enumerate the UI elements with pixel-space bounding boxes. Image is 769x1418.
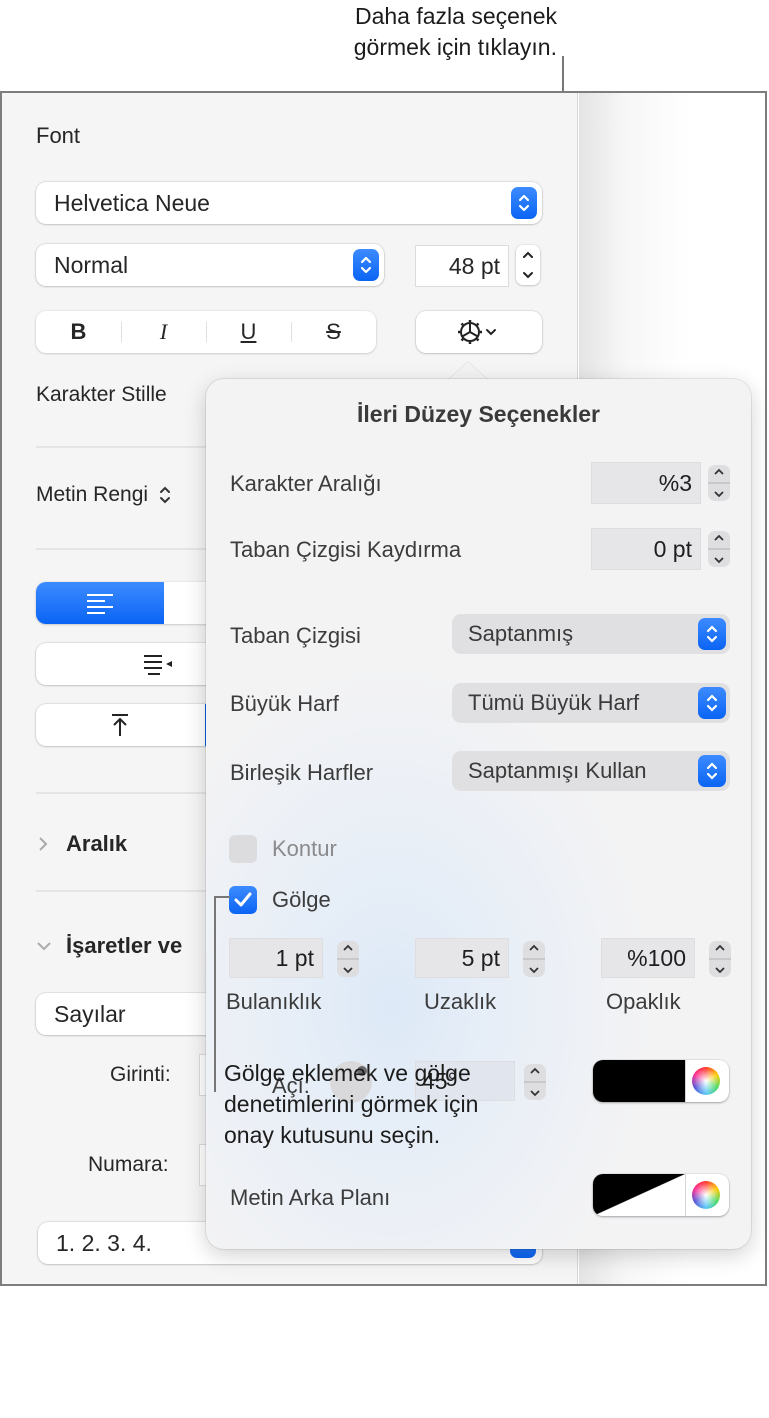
baseline-shift-field[interactable]: 0 pt [592, 529, 700, 569]
callout-line: Gölge eklemek ve gölge [224, 1060, 471, 1086]
leader-line-bottom [214, 896, 216, 1092]
font-style-popup[interactable]: Normal [36, 244, 384, 286]
updown-chevron-icon [511, 187, 537, 219]
character-spacing-field[interactable]: %3 [592, 463, 700, 503]
character-styles-label: Karakter Stille [36, 383, 167, 406]
separator [685, 1060, 686, 1102]
no-fill-swatch[interactable] [593, 1174, 685, 1216]
chevron-down-icon [343, 967, 353, 974]
text-background-color-well[interactable] [593, 1174, 729, 1216]
font-section-title: Font [36, 123, 81, 148]
chevron-down-icon [715, 967, 725, 974]
callout-line: Daha fazla seçenek [354, 3, 557, 29]
shadow-color-well[interactable] [593, 1060, 729, 1102]
capitalization-label: Büyük Harf [230, 691, 339, 716]
shadow-offset-field[interactable]: 5 pt [416, 939, 508, 977]
spacing-label: Aralık [66, 831, 128, 856]
baseline-shift-label: Taban Çizgisi Kaydırma [230, 537, 462, 562]
popover-title: İleri Düzey Seçenekler [357, 401, 600, 427]
color-wheel-icon[interactable] [692, 1067, 720, 1095]
chevron-down-icon [37, 942, 51, 951]
chevron-down-icon [529, 967, 539, 974]
bullets-label: İşaretler ve [66, 933, 183, 958]
color-wheel-icon[interactable] [692, 1181, 720, 1209]
shadow-color-swatch[interactable] [593, 1060, 685, 1102]
shadow-opacity-label: Opaklık [606, 989, 681, 1014]
chevron-down-icon [486, 329, 496, 336]
chevron-up-icon [714, 534, 724, 541]
italic-button[interactable]: I [121, 319, 206, 345]
shadow-offset-stepper[interactable] [523, 941, 545, 977]
baseline-value: Saptanmış [468, 621, 574, 646]
indent-left-icon [144, 655, 172, 675]
strikethrough-button[interactable]: S [291, 319, 376, 345]
text-color-label: Metin Rengi [36, 483, 149, 506]
chevron-down-icon [714, 557, 724, 564]
leader-line-bottom-h [214, 896, 230, 898]
font-size-stepper[interactable] [516, 245, 540, 285]
updown-chevron-icon [698, 618, 726, 650]
character-spacing-stepper[interactable] [708, 465, 730, 501]
outline-label: Kontur [272, 836, 337, 861]
text-style-buttons: B I U S [36, 311, 376, 353]
shadow-opacity-field[interactable]: %100 [602, 939, 694, 977]
shadow-label: Gölge [272, 887, 331, 912]
baseline-popup[interactable]: Saptanmış [452, 614, 730, 654]
checkmark-icon [234, 892, 252, 907]
font-size-field[interactable]: 48 pt [416, 246, 508, 286]
callout-shadow: Gölge eklemek ve gölge denetimlerini gör… [224, 1058, 604, 1151]
baseline-label: Taban Çizgisi [230, 623, 361, 648]
bold-button[interactable]: B [36, 319, 121, 345]
align-top-icon [112, 714, 128, 736]
callout-line: onay kutusunu seçin. [224, 1122, 441, 1148]
font-family-popup[interactable]: Helvetica Neue [36, 182, 542, 224]
ligatures-label: Birleşik Harfler [230, 760, 374, 785]
chevron-up-icon [343, 944, 353, 951]
baseline-shift-stepper[interactable] [708, 531, 730, 567]
shadow-blur-stepper[interactable] [337, 941, 359, 977]
ligatures-value: Saptanmışı Kullan [468, 758, 647, 783]
advanced-options-button[interactable] [416, 311, 542, 353]
capitalization-popup[interactable]: Tümü Büyük Harf [452, 683, 730, 723]
shadow-blur-label: Bulanıklık [226, 989, 322, 1014]
capitalization-value: Tümü Büyük Harf [468, 690, 640, 715]
callout-line: denetimlerini görmek için [224, 1091, 479, 1117]
font-family-value: Helvetica Neue [54, 189, 210, 216]
shadow-opacity-stepper[interactable] [709, 941, 731, 977]
spacing-disclosure[interactable]: Aralık [36, 831, 127, 857]
align-left-icon [87, 594, 113, 614]
number-label: Numara: [88, 1153, 169, 1176]
shadow-blur-field[interactable]: 1 pt [230, 939, 322, 977]
indent-label: Girinti: [110, 1063, 171, 1086]
chevron-down-icon [523, 272, 533, 279]
updown-chevron-icon [160, 486, 171, 504]
updown-chevron-icon [698, 687, 726, 719]
character-spacing-label: Karakter Aralığı [230, 471, 382, 496]
chevron-up-icon [529, 944, 539, 951]
callout-line: görmek için tıklayın. [353, 34, 557, 60]
font-style-value: Normal [54, 251, 129, 278]
updown-chevron-icon [698, 755, 726, 787]
chevron-down-icon [714, 491, 724, 498]
chevron-right-icon [39, 837, 48, 851]
text-color-control[interactable]: Metin Rengi [36, 483, 172, 507]
underline-button[interactable]: U [206, 319, 291, 345]
chevron-up-icon [714, 468, 724, 475]
outline-checkbox[interactable] [229, 835, 257, 863]
gear-icon [458, 320, 496, 344]
separator [685, 1174, 686, 1216]
text-background-label: Metin Arka Planı [230, 1185, 391, 1210]
shadow-offset-label: Uzaklık [424, 989, 497, 1014]
updown-chevron-icon [353, 249, 379, 281]
align-left-button[interactable] [36, 582, 164, 624]
chevron-up-icon [715, 944, 725, 951]
chevron-up-icon [523, 251, 533, 258]
ligatures-popup[interactable]: Saptanmışı Kullan [452, 751, 730, 791]
popover-arrow [448, 362, 488, 380]
shadow-checkbox[interactable] [229, 886, 257, 914]
callout-more-options: Daha fazla seçenek görmek için tıklayın. [197, 1, 557, 63]
bullets-disclosure[interactable]: İşaretler ve [36, 933, 182, 959]
